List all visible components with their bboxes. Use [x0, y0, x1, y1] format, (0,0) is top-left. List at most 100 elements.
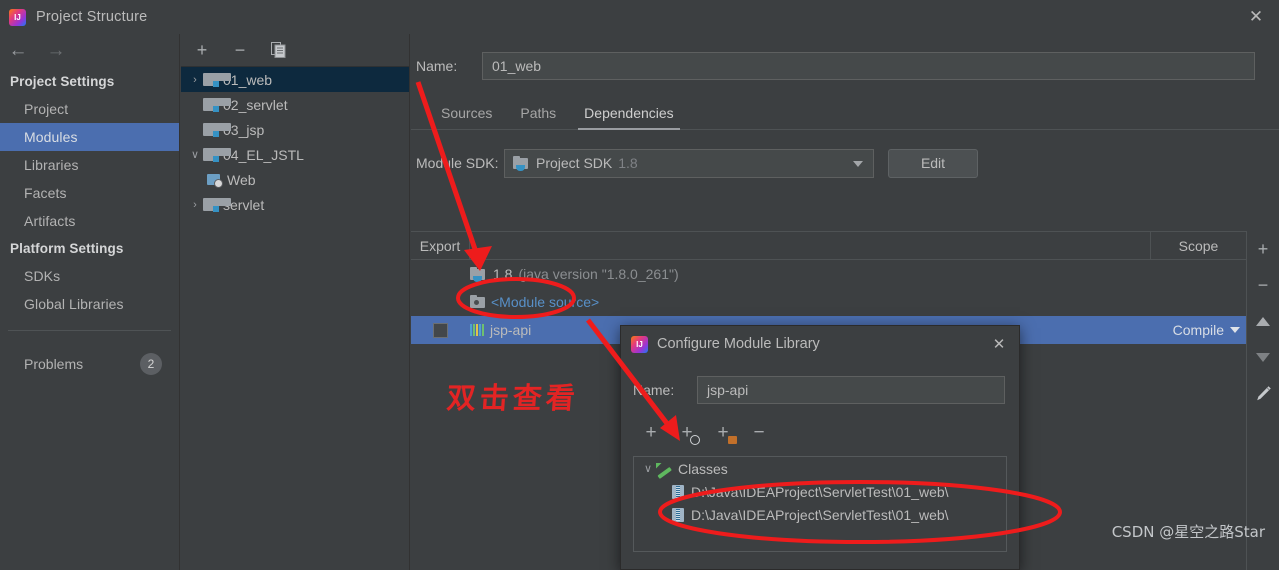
copy-glyph — [270, 42, 285, 58]
module-name-label: Name: — [416, 58, 458, 74]
module-folder-icon — [203, 122, 231, 137]
arrow-left-icon[interactable]: ← — [4, 38, 32, 64]
sidebar-item-artifacts[interactable]: Artifacts — [0, 207, 179, 235]
chevron-down-icon[interactable] — [1230, 327, 1240, 333]
tree-row-label: Classes — [678, 460, 728, 477]
sidebar-item-project[interactable]: Project — [0, 95, 179, 123]
module-tree-body: › 01_web 02_servlet 03_jsp ∨ 04_EL_JSTL — [181, 66, 409, 217]
remove-module-button[interactable]: − — [229, 39, 251, 61]
table-row[interactable]: 1.8 (java version "1.8.0_261") — [411, 260, 1279, 288]
classes-badge-icon — [690, 435, 700, 445]
module-tree-row-01-web[interactable]: › 01_web — [181, 67, 409, 92]
java-sdk-folder-icon — [513, 156, 529, 171]
module-source-icon — [470, 295, 486, 309]
dependency-label: <Module source> — [491, 294, 600, 310]
remove-dependency-button[interactable]: − — [1247, 267, 1279, 303]
page-title: Project Structure — [36, 9, 148, 25]
module-sdk-select[interactable]: Project SDK 1.8 — [504, 148, 874, 178]
sidebar-item-libraries[interactable]: Libraries — [0, 151, 179, 179]
remove-entry-button[interactable]: − — [747, 421, 771, 445]
dependencies-table-header: Export Scope — [411, 231, 1279, 260]
tree-row-jar-2[interactable]: D:\Java\IDEAProject\ServletTest\01_web\ — [634, 503, 1006, 526]
dependency-name-cell: <Module source> — [470, 294, 1151, 310]
sidebar-item-label: Facets — [24, 185, 67, 201]
add-module-button[interactable]: + — [191, 39, 213, 61]
export-checkbox-cell[interactable] — [411, 322, 470, 338]
add-file-button[interactable]: + — [639, 421, 663, 445]
window-title-bar: Project Structure ✕ — [0, 0, 1279, 34]
library-name-label: Name: — [633, 381, 675, 398]
intellij-idea-icon — [631, 335, 648, 353]
dependency-label: jsp-api — [490, 322, 532, 338]
module-folder-icon — [203, 147, 231, 162]
java-sdk-folder-icon — [470, 267, 486, 282]
column-header-export[interactable]: Export — [411, 232, 470, 259]
dependency-scope-value: Compile — [1172, 322, 1224, 338]
sidebar-item-problems[interactable]: Problems 2 — [0, 349, 179, 379]
sidebar-item-global-libraries[interactable]: Global Libraries — [0, 290, 179, 318]
module-tree-row-03-jsp[interactable]: 03_jsp — [181, 117, 409, 142]
sidebar-item-label: Global Libraries — [24, 296, 124, 312]
dependency-label: 1.8 — [493, 266, 513, 282]
chevron-down-icon[interactable]: ∨ — [640, 462, 656, 475]
tab-dependencies[interactable]: Dependencies — [570, 105, 688, 130]
sidebar-item-modules[interactable]: Modules — [0, 123, 179, 151]
settings-sidebar: ← → Project Settings Project Modules Lib… — [0, 34, 180, 570]
dependency-scope-select[interactable]: Compile — [1151, 322, 1246, 338]
sidebar-group-project-settings: Project Settings — [10, 74, 115, 89]
sidebar-item-facets[interactable]: Facets — [0, 179, 179, 207]
edit-dependency-button[interactable] — [1247, 375, 1279, 411]
move-up-button[interactable] — [1247, 303, 1279, 339]
chevron-right-icon[interactable]: › — [187, 199, 203, 211]
copy-icon[interactable] — [267, 39, 289, 61]
tab-paths[interactable]: Paths — [506, 105, 570, 129]
pencil-icon — [1256, 385, 1271, 400]
sidebar-group-platform-settings: Platform Settings — [10, 241, 124, 256]
module-name-input[interactable]: 01_web — [482, 52, 1255, 80]
dependencies-toolbar: + − — [1246, 231, 1279, 570]
annotation-chinese-note: 双击查看 — [445, 381, 581, 415]
library-roots-toolbar: + + + − — [639, 418, 1019, 448]
module-tree-row-04-el-jstl[interactable]: ∨ 04_EL_JSTL — [181, 142, 409, 167]
configure-module-library-dialog: Configure Module Library ✕ Name: jsp-api… — [620, 325, 1020, 570]
tree-row-jar-1[interactable]: D:\Java\IDEAProject\ServletTest\01_web\ — [634, 480, 1006, 503]
close-icon[interactable]: ✕ — [987, 333, 1011, 355]
module-tree-row-web-facet[interactable]: Web — [181, 167, 409, 192]
module-tree-row-02-servlet[interactable]: 02_servlet — [181, 92, 409, 117]
module-tree-panel: + − › 01_web 02_servlet 03_jsp ∨ 04_EL_J… — [181, 34, 410, 570]
tree-row-classes[interactable]: ∨ Classes — [634, 457, 1006, 480]
module-name-row: Name: 01_web — [411, 51, 1279, 81]
library-name-row: Name: jsp-api — [633, 375, 1019, 404]
dependency-name-cell: 1.8 (java version "1.8.0_261") — [470, 266, 1151, 282]
web-facet-icon — [207, 173, 223, 188]
tree-row-label: D:\Java\IDEAProject\ServletTest\01_web\ — [691, 506, 949, 523]
add-classes-button[interactable]: + — [675, 421, 700, 445]
chevron-right-icon[interactable]: › — [187, 74, 203, 86]
dependency-sublabel: (java version "1.8.0_261") — [518, 266, 679, 282]
column-header-scope[interactable]: Scope — [1151, 232, 1246, 259]
add-directory-button[interactable]: + — [711, 421, 737, 445]
module-folder-icon — [203, 72, 231, 87]
triangle-down-icon — [1256, 352, 1270, 362]
intellij-idea-icon — [9, 8, 26, 26]
tree-row-label: D:\Java\IDEAProject\ServletTest\01_web\ — [691, 483, 949, 500]
edit-sdk-button[interactable]: Edit — [888, 148, 978, 178]
export-checkbox[interactable] — [433, 322, 448, 338]
close-icon[interactable]: ✕ — [1233, 0, 1279, 34]
library-roots-tree: ∨ Classes D:\Java\IDEAProject\ServletTes… — [633, 456, 1007, 552]
move-down-button[interactable] — [1247, 339, 1279, 375]
tab-sources[interactable]: Sources — [427, 105, 506, 129]
library-name-input[interactable]: jsp-api — [697, 375, 1005, 404]
sidebar-item-sdks[interactable]: SDKs — [0, 262, 179, 290]
module-tree-toolbar: + − — [181, 34, 409, 66]
module-tree-row-servlet[interactable]: › servlet — [181, 192, 409, 217]
arrow-right-icon[interactable]: → — [42, 38, 70, 64]
jar-archive-icon — [672, 484, 684, 499]
table-row[interactable]: <Module source> — [411, 288, 1279, 316]
chevron-down-icon[interactable]: ∨ — [187, 148, 203, 161]
folder-badge-icon — [728, 436, 737, 444]
module-tabs: Sources Paths Dependencies — [411, 94, 1279, 130]
add-dependency-button[interactable]: + — [1247, 231, 1279, 267]
module-folder-icon — [203, 197, 231, 212]
chevron-down-icon[interactable] — [853, 160, 863, 167]
